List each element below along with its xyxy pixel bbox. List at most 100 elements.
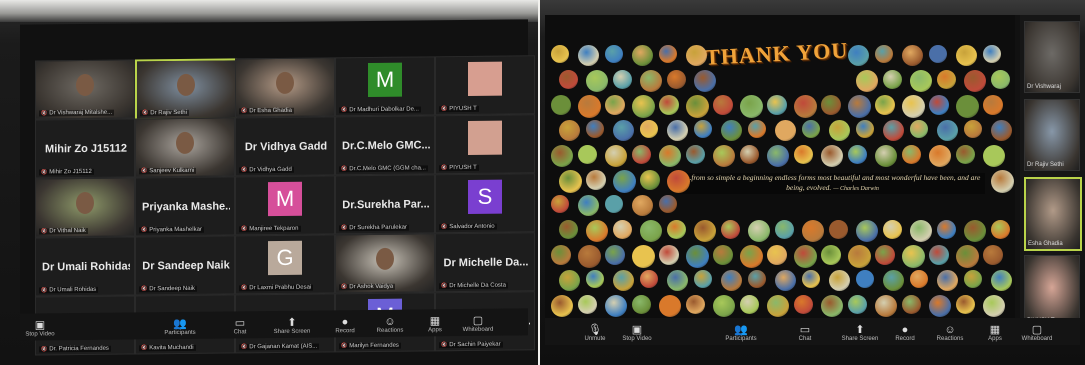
- toolbar-button[interactable]: 👥 Participants: [721, 324, 761, 342]
- nature-specimen-circle: [586, 120, 604, 138]
- nature-specimen-circle: [613, 70, 632, 89]
- nature-specimen-circle: [875, 145, 897, 167]
- nature-specimen-circle: [875, 245, 895, 265]
- participant-tile[interactable]: Dr Vishwaraj Mitalshe...: [35, 59, 135, 120]
- participant-label: Priyanka Mashelkar: [139, 226, 204, 234]
- toolbar-button[interactable]: ● Record: [885, 324, 925, 342]
- nature-specimen-circle: [613, 170, 636, 193]
- participant-tile[interactable]: Dr Esha Ghadia: [235, 57, 335, 118]
- nature-specimen-circle: [713, 295, 735, 317]
- toolbar-button[interactable]: ▣ Stop Video: [617, 324, 657, 342]
- nature-specimen-circle: [613, 220, 632, 239]
- toolbar-button-label: Stop Video: [25, 331, 55, 338]
- participant-label: Dr Madhuri Dabolkar De...: [339, 106, 421, 114]
- nature-specimen-circle: [991, 70, 1010, 89]
- nature-specimen-circle: [983, 245, 1003, 265]
- nature-specimen-circle: [605, 95, 625, 115]
- quote-author: — Charles Darwin: [833, 186, 879, 192]
- participant-label: Dr Vishwaraj: [1027, 84, 1061, 90]
- side-participant-tile[interactable]: Dr Vishwaraj: [1024, 21, 1080, 93]
- toolbar-button[interactable]: ▭ Chat: [785, 324, 825, 342]
- toolbar-button[interactable]: 🎙 Unmute: [575, 324, 615, 342]
- side-participant-tile[interactable]: Dr Rajiv Sethi: [1024, 99, 1080, 171]
- toolbar-button[interactable]: ▭ Chat: [220, 317, 260, 335]
- participant-avatar: M: [368, 62, 402, 97]
- nature-specimen-circle: [794, 245, 817, 268]
- side-participant-tile[interactable]: Esha Ghadia: [1024, 177, 1082, 251]
- toolbar-button[interactable]: ☺ Reactions: [930, 324, 970, 342]
- participant-tile[interactable]: M Dr Madhuri Dabolkar De...: [335, 56, 435, 117]
- participant-label: Salvador Antonio: [439, 223, 497, 231]
- nature-specimen-circle: [856, 270, 874, 288]
- participant-tile[interactable]: Mihir Zo J15112 Mihir Zo J15112: [35, 118, 135, 179]
- participant-tile[interactable]: PIYUSH T: [435, 55, 535, 116]
- participant-tile[interactable]: Dr Sandeep Naik Dr Sandeep Naik: [135, 235, 235, 296]
- participant-tile[interactable]: S Salvador Antonio: [435, 173, 535, 234]
- participant-tile[interactable]: Dr Rajiv Sethi: [135, 58, 237, 121]
- nature-specimen-circle: [551, 195, 569, 213]
- participant-label: Dr Gajanan Kamat (AIS...: [239, 343, 320, 351]
- nature-specimen-circle: [605, 295, 627, 317]
- nature-specimen-circle: [659, 245, 679, 265]
- nature-specimen-circle: [902, 295, 921, 314]
- side-participant-tile[interactable]: PIYUSH T: [1024, 255, 1080, 327]
- zoom-share-screen: THANK YOU …from so simple a beginning en…: [545, 15, 1082, 345]
- nature-specimen-circle: [767, 245, 787, 265]
- nature-specimen-circle: [856, 70, 878, 92]
- nature-specimen-circle: [740, 295, 759, 314]
- shared-slide: THANK YOU …from so simple a beginning en…: [545, 15, 1015, 320]
- nature-specimen-circle: [956, 45, 977, 66]
- toolbar-button-label: Chat: [233, 329, 247, 336]
- nature-specimen-circle: [848, 95, 871, 118]
- participant-name: Dr.C.Melo GMC...: [342, 139, 430, 153]
- toolbar-button[interactable]: ☺ Reactions: [370, 316, 410, 334]
- participant-tile[interactable]: G Dr Laxmi Prabhu Desai: [235, 234, 335, 295]
- nature-specimen-circle: [802, 220, 824, 242]
- nature-specimen-circle: [713, 245, 733, 265]
- participant-name: Dr Sandeep Naik: [142, 259, 230, 273]
- participant-tile[interactable]: M Manjiree Tekparon: [235, 175, 335, 236]
- nature-specimen-circle: [632, 295, 651, 314]
- participant-tile[interactable]: Sanjeev Kulkarni: [135, 117, 235, 178]
- nature-specimen-circle: [848, 245, 871, 268]
- nature-specimen-circle: [794, 145, 813, 164]
- participant-tile[interactable]: Dr Vithal Naik: [35, 177, 135, 238]
- nature-specimen-circle: [640, 270, 658, 288]
- participant-tile[interactable]: PIYUSH T: [435, 114, 535, 175]
- toolbar-button[interactable]: ▦ Apps: [975, 324, 1015, 342]
- nature-specimen-circle: [902, 95, 925, 118]
- person-silhouette: [376, 247, 394, 270]
- toolbar-button-label: Reactions: [936, 336, 964, 342]
- participant-tile[interactable]: Dr Ashok Vaidya: [335, 233, 435, 294]
- toolbar-button-label: Record: [335, 328, 355, 335]
- participant-name: Priyanka Mashe...: [142, 200, 230, 214]
- nature-specimen-circle: [559, 170, 582, 193]
- toolbar-button[interactable]: ▦ Apps: [415, 315, 455, 333]
- participant-label: Dr Vidhya Gadd: [239, 166, 294, 174]
- toolbar-button[interactable]: ▢ Whiteboard: [458, 315, 498, 333]
- participant-label: Kavita Muchandi: [139, 344, 196, 352]
- participant-tile[interactable]: Dr Michelle Da... Dr Michelle Da Costa: [435, 232, 535, 293]
- nature-specimen-circle: [721, 120, 742, 141]
- participant-tile[interactable]: Dr Umali Rohidas Dr Umali Rohidas: [35, 236, 135, 297]
- nature-specimen-circle: [829, 270, 850, 291]
- participant-label: Dr Rajiv Sethi: [1027, 162, 1064, 168]
- toolbar-button[interactable]: ● Record: [325, 316, 365, 334]
- toolbar-button[interactable]: 👥 Participants: [160, 318, 200, 336]
- nature-specimen-circle: [821, 245, 841, 265]
- toolbar-button[interactable]: ⬆ Share Screen: [272, 317, 312, 335]
- participant-tile[interactable]: Dr.Surekha Par... Dr Surekha Parulekar: [335, 174, 435, 235]
- participants-icon: 👥: [734, 324, 748, 336]
- participant-tile[interactable]: Dr Vidhya Gadd Dr Vidhya Gadd: [235, 116, 335, 177]
- nature-specimen-circle: [659, 45, 677, 63]
- record-icon: ●: [901, 324, 909, 336]
- participant-tile[interactable]: Dr.C.Melo GMC... Dr.C.Melo GMC (GGM cha..…: [335, 115, 435, 176]
- toolbar-button[interactable]: ▣ Stop Video: [20, 319, 60, 337]
- nature-specimen-circle: [910, 220, 932, 242]
- toolbar-button[interactable]: ⬆ Share Screen: [840, 324, 880, 342]
- toolbar-button[interactable]: ▢ Whiteboard: [1017, 324, 1057, 342]
- participant-label: Dr Surekha Parulekar: [339, 224, 409, 232]
- participant-tile[interactable]: Priyanka Mashe... Priyanka Mashelkar: [135, 176, 235, 237]
- nature-specimen-circle: [802, 120, 820, 138]
- toolbar-button-label: Unmute: [584, 336, 606, 342]
